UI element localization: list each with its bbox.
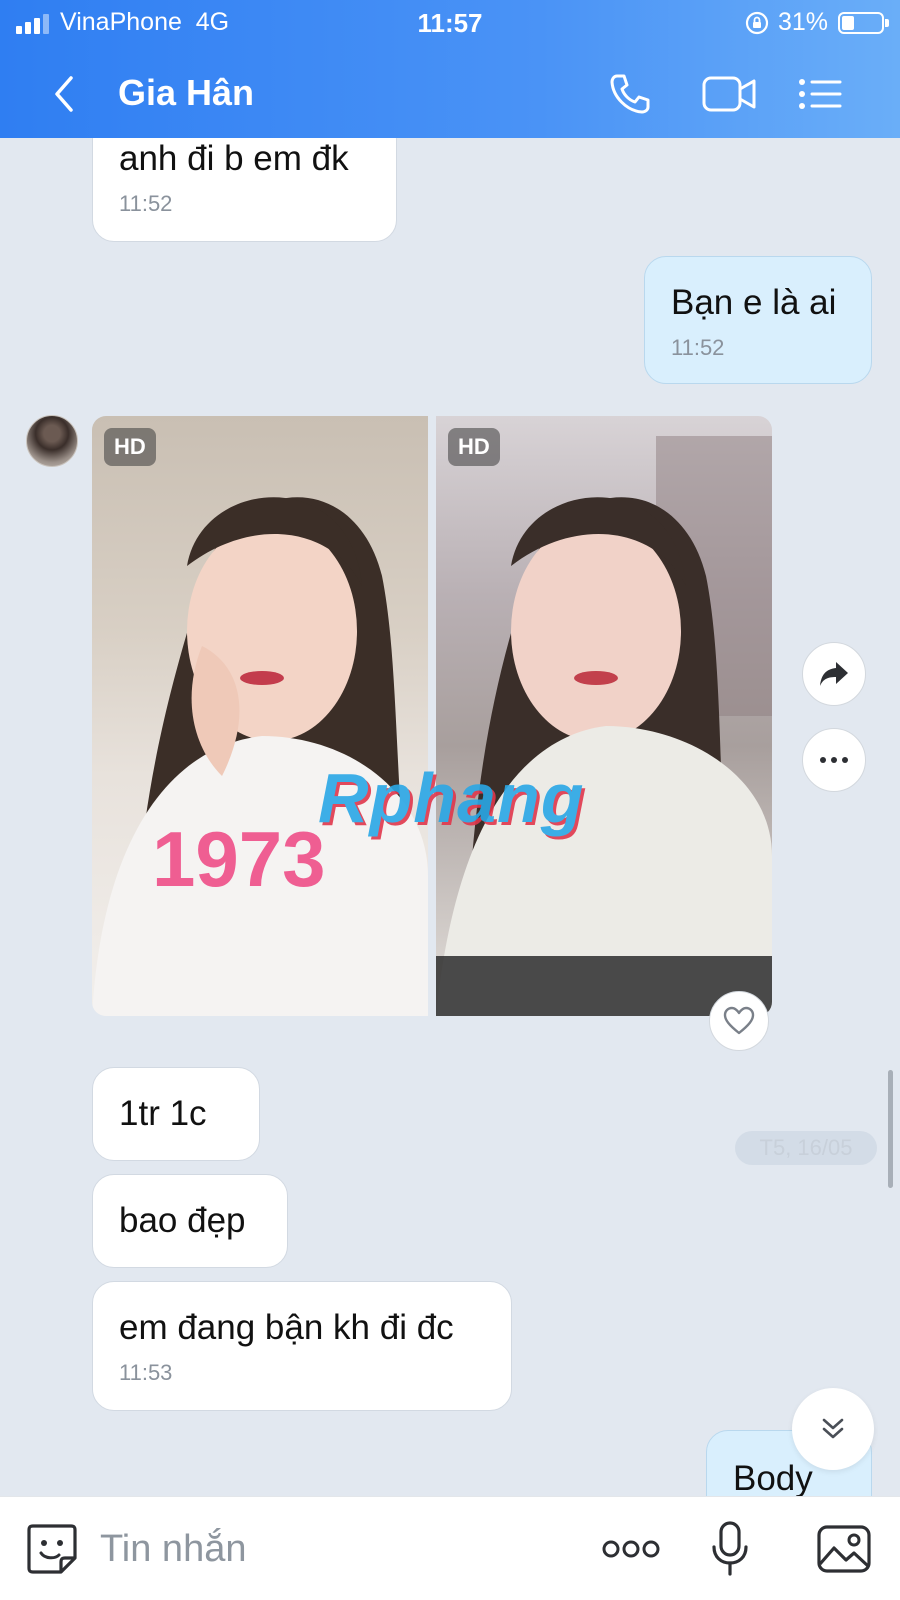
more-options-button[interactable] <box>596 1519 666 1579</box>
message-bubble-outgoing[interactable]: Bạn e là ai 11:52 <box>644 256 872 384</box>
photo-illustration <box>436 436 772 1016</box>
photo-illustration: 1973 <box>92 497 428 1016</box>
scrollbar[interactable] <box>888 1070 893 1188</box>
chat-header: VinaPhone 4G 11:57 31% Gia Hân <box>0 0 900 138</box>
message-text: Bạn e là ai <box>671 283 837 322</box>
watermark-logo: Rphang <box>318 759 585 837</box>
image-icon <box>817 1525 871 1573</box>
rotation-lock-icon <box>745 11 769 35</box>
hd-badge: HD <box>448 428 500 466</box>
back-button[interactable] <box>40 70 88 118</box>
message-bubble-incoming[interactable]: em đang bận kh đi đc 11:53 <box>92 1281 512 1411</box>
forward-button[interactable] <box>802 642 866 706</box>
photo-attachment[interactable]: HD <box>436 416 772 1016</box>
share-icon <box>820 662 848 686</box>
back-icon <box>55 76 73 112</box>
message-input[interactable] <box>100 1521 560 1577</box>
sticker-button[interactable] <box>22 1519 82 1579</box>
sticker-icon <box>27 1524 77 1574</box>
more-icon <box>602 1540 660 1558</box>
message-text: 1tr 1c <box>119 1094 207 1133</box>
video-call-button[interactable] <box>690 64 770 124</box>
contact-name[interactable]: Gia Hân <box>118 72 254 114</box>
message-time: 11:52 <box>671 335 725 360</box>
voice-message-button[interactable] <box>700 1519 760 1579</box>
message-bubble-incoming[interactable]: anh đi b em đk 11:52 <box>92 138 397 242</box>
message-input-bar <box>0 1496 900 1600</box>
battery-percent: 31% <box>778 8 829 36</box>
react-button[interactable] <box>709 991 769 1051</box>
nav-bar: Gia Hân <box>0 56 900 132</box>
ellipsis-icon <box>820 757 848 763</box>
photo-attachment[interactable]: 1973 HD <box>92 416 428 1016</box>
chat-menu-button[interactable] <box>790 64 850 124</box>
send-image-button[interactable] <box>814 1519 874 1579</box>
message-bubble-incoming[interactable]: bao đẹp <box>92 1174 288 1268</box>
message-text: em đang bận kh đi đc <box>119 1308 454 1347</box>
date-separator: T5, 16/05 <box>735 1131 877 1165</box>
hd-badge: HD <box>104 428 156 466</box>
scroll-to-bottom-button[interactable] <box>792 1388 874 1470</box>
message-bubble-incoming[interactable]: 1tr 1c <box>92 1067 260 1161</box>
contact-avatar[interactable] <box>26 415 78 467</box>
more-actions-button[interactable] <box>802 728 866 792</box>
svg-text:1973: 1973 <box>152 815 326 903</box>
message-time: 11:53 <box>119 1360 173 1385</box>
heart-icon <box>723 1006 755 1035</box>
status-bar: VinaPhone 4G 11:57 31% <box>0 0 900 46</box>
battery-icon <box>838 12 889 34</box>
double-chevron-down-icon <box>822 1418 844 1439</box>
menu-icon <box>799 79 842 109</box>
phone-icon <box>610 74 650 114</box>
message-time: 11:52 <box>119 191 173 216</box>
message-list[interactable]: anh đi b em đk 11:52 Bạn e là ai 11:52 1… <box>0 138 900 1496</box>
voice-call-button[interactable] <box>600 64 660 124</box>
message-text: anh đi b em đk <box>119 139 349 178</box>
mic-icon <box>712 1521 748 1576</box>
video-icon <box>702 76 756 112</box>
message-text: bao đẹp <box>119 1201 246 1240</box>
